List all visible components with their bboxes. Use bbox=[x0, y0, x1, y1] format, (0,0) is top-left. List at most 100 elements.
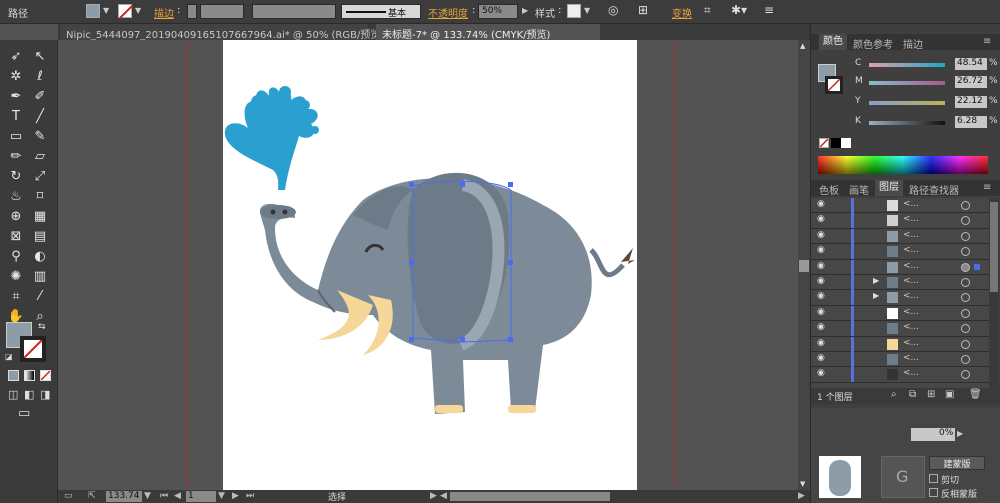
variable-width-profile[interactable] bbox=[252, 4, 336, 19]
magenta-slider[interactable] bbox=[869, 81, 945, 85]
curvature-tool-icon[interactable]: ✐ bbox=[30, 88, 50, 106]
expand-triangle-icon[interactable]: ▶ bbox=[873, 276, 879, 285]
scale-tool-icon[interactable]: ⤢ bbox=[30, 168, 50, 186]
none-swatch[interactable] bbox=[819, 138, 829, 148]
stroke-weight-label[interactable]: 描边 bbox=[154, 5, 174, 20]
status-menu-icon[interactable]: ▶ bbox=[430, 491, 437, 501]
eye-icon[interactable]: ◉ bbox=[817, 230, 825, 240]
screen-mode-icon[interactable]: ▭ bbox=[18, 406, 30, 421]
pencil-tool-icon[interactable]: ✏ bbox=[6, 148, 26, 166]
page-field[interactable]: 1 bbox=[186, 491, 216, 502]
opacity-dropdown-icon[interactable]: ▶ bbox=[522, 6, 528, 15]
locate-object-icon[interactable]: ⌕ bbox=[891, 389, 897, 400]
eye-icon[interactable]: ◉ bbox=[817, 368, 825, 378]
layer-row[interactable]: ◉ <... bbox=[811, 367, 989, 383]
hscroll-right-icon[interactable]: ▶ bbox=[798, 491, 805, 501]
target-icon[interactable] bbox=[961, 293, 970, 303]
type-tool-icon[interactable]: T bbox=[6, 108, 26, 126]
new-layer-icon[interactable]: ▣ bbox=[945, 389, 954, 400]
eye-icon[interactable]: ◉ bbox=[817, 261, 825, 271]
transparency-opacity-field[interactable]: 0% bbox=[911, 428, 955, 441]
eye-icon[interactable]: ◉ bbox=[817, 353, 825, 363]
default-colors-icon[interactable]: ◪ bbox=[5, 352, 13, 361]
rotate-tool-icon[interactable]: ↻ bbox=[6, 168, 26, 186]
tab-color-guide[interactable]: 颜色参考 bbox=[853, 36, 893, 51]
last-page-icon[interactable]: ⏭ bbox=[246, 491, 254, 501]
scroll-up-icon[interactable]: ▲ bbox=[800, 42, 805, 50]
scroll-down-icon[interactable]: ▼ bbox=[800, 480, 805, 488]
elephant-illustration[interactable] bbox=[223, 40, 637, 492]
expand-triangle-icon[interactable]: ▶ bbox=[873, 291, 879, 300]
selection-tool-icon[interactable]: ➶ bbox=[6, 48, 26, 66]
tab-pathfinder[interactable]: 路径查找器 bbox=[909, 182, 959, 197]
tab-brushes[interactable]: 画笔 bbox=[849, 182, 869, 197]
stroke-swatch[interactable] bbox=[118, 4, 133, 19]
align-icon[interactable]: ⊞ bbox=[638, 3, 648, 17]
scroll-thumb[interactable] bbox=[799, 260, 809, 272]
clip-checkbox[interactable] bbox=[929, 474, 938, 483]
prev-page-icon[interactable]: ◀ bbox=[174, 491, 181, 501]
layers-scrollbar[interactable] bbox=[989, 198, 999, 388]
target-icon[interactable] bbox=[961, 216, 970, 226]
draw-behind-icon[interactable]: ◧ bbox=[24, 388, 34, 401]
stroke-spinner[interactable] bbox=[187, 4, 197, 19]
layer-row[interactable]: ◉ <... bbox=[811, 336, 989, 352]
shape-builder-icon[interactable]: ⊕ bbox=[6, 208, 26, 226]
paintbrush-icon[interactable]: ✎ bbox=[30, 128, 50, 146]
black-swatch[interactable] bbox=[831, 138, 841, 148]
layers-scroll-thumb[interactable] bbox=[990, 202, 998, 292]
target-icon[interactable] bbox=[961, 308, 970, 318]
opacity-label[interactable]: 不透明度 bbox=[428, 5, 468, 20]
eye-icon[interactable]: ◉ bbox=[817, 307, 825, 317]
horizontal-scrollbar[interactable] bbox=[450, 492, 610, 501]
eye-icon[interactable]: ◉ bbox=[817, 245, 825, 255]
target-icon[interactable] bbox=[961, 324, 970, 334]
next-page-icon[interactable]: ▶ bbox=[232, 491, 239, 501]
artboard-tool-icon[interactable]: ⌗ bbox=[6, 288, 26, 306]
color-panel-menu-icon[interactable]: ≡ bbox=[983, 36, 991, 47]
layer-row[interactable]: ◉ ▶ <... bbox=[811, 275, 989, 291]
target-icon[interactable] bbox=[961, 370, 970, 380]
recolor-icon[interactable]: ◎ bbox=[608, 3, 618, 17]
eyedropper-icon[interactable]: ⚲ bbox=[6, 248, 26, 266]
eye-icon[interactable]: ◉ bbox=[817, 322, 825, 332]
stroke-weight-field[interactable] bbox=[200, 4, 244, 19]
style-swatch[interactable] bbox=[567, 4, 581, 18]
cyan-slider[interactable] bbox=[869, 63, 945, 67]
pen-tool-icon[interactable]: ✒ bbox=[6, 88, 26, 106]
style-dropdown-icon[interactable]: ▼ bbox=[584, 6, 590, 15]
export-icon[interactable]: ⇱ bbox=[88, 491, 96, 501]
opacity-dropdown-icon[interactable]: ▶ bbox=[957, 429, 963, 438]
column-graph-icon[interactable]: ▥ bbox=[30, 268, 50, 286]
eye-icon[interactable]: ◉ bbox=[817, 214, 825, 224]
hscroll-left-icon[interactable]: ◀ bbox=[440, 491, 447, 501]
tab-swatches[interactable]: 色板 bbox=[819, 182, 839, 197]
target-icon[interactable] bbox=[961, 201, 970, 210]
mesh-tool-icon[interactable]: ⊠ bbox=[6, 228, 26, 246]
yellow-slider[interactable] bbox=[869, 101, 945, 105]
layer-row[interactable]: ◉ <... bbox=[811, 305, 989, 322]
gradient-tool-icon[interactable]: ▤ bbox=[30, 228, 50, 246]
clipping-mask-icon[interactable]: ⧉ bbox=[909, 389, 916, 400]
target-icon[interactable] bbox=[961, 278, 970, 287]
zoom-dropdown-icon[interactable]: ▼ bbox=[144, 491, 151, 501]
eye-icon[interactable]: ◉ bbox=[817, 276, 825, 286]
lasso-icon[interactable]: ℓ bbox=[30, 68, 50, 86]
layer-row[interactable]: ◉ <... bbox=[811, 321, 989, 337]
layers-panel-menu-icon[interactable]: ≡ bbox=[983, 182, 991, 193]
tab-color[interactable]: 颜色 bbox=[819, 34, 847, 50]
tab-layers[interactable]: 图层 bbox=[875, 180, 903, 196]
target-icon[interactable] bbox=[961, 339, 970, 349]
page-dropdown-icon[interactable]: ▼ bbox=[218, 491, 225, 501]
perspective-grid-icon[interactable]: ▦ bbox=[30, 208, 50, 226]
layer-row[interactable]: ◉ <... bbox=[811, 228, 989, 245]
stroke-dropdown-icon[interactable]: ▼ bbox=[135, 6, 141, 15]
warp-tool-icon[interactable]: ♨ bbox=[6, 188, 26, 206]
black-slider[interactable] bbox=[869, 121, 945, 125]
invert-mask-checkbox[interactable] bbox=[929, 488, 938, 497]
layer-row[interactable]: ◉ <... bbox=[811, 244, 989, 260]
yellow-value[interactable]: 22.12 bbox=[955, 96, 987, 108]
symbol-sprayer-icon[interactable]: ✺ bbox=[6, 268, 26, 286]
target-icon[interactable] bbox=[961, 247, 970, 257]
tab-nipic[interactable]: Nipic_5444097_20190409165107667964.ai* @… bbox=[60, 24, 384, 41]
